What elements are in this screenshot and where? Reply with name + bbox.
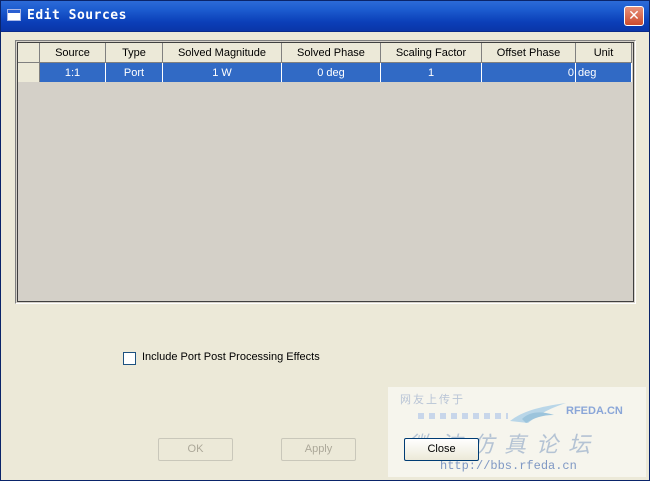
watermark-top-text: 网友上传于: [400, 393, 465, 406]
table-row[interactable]: 1:1 Port 1 W 0 deg 1 0 deg: [18, 62, 632, 82]
bird-logo-icon: [510, 403, 566, 423]
column-header-type[interactable]: Type: [105, 43, 163, 63]
apply-button[interactable]: Apply: [281, 438, 356, 461]
cell-scaling-factor[interactable]: 1: [380, 62, 482, 82]
ok-button[interactable]: OK: [158, 438, 233, 461]
column-header-offset-phase[interactable]: Offset Phase: [481, 43, 576, 63]
watermark: 网友上传于 RFEDA.CN 微波仿真论坛 http://bbs.rfeda.c…: [388, 387, 646, 477]
cell-unit[interactable]: deg: [575, 62, 632, 82]
header-row: Source Type Solved Magnitude Solved Phas…: [18, 43, 632, 63]
close-button[interactable]: Close: [404, 438, 479, 461]
watermark-brand: RFEDA.CN: [566, 405, 623, 417]
cell-solved-phase[interactable]: 0 deg: [281, 62, 381, 82]
window-title: Edit Sources: [27, 8, 127, 23]
watermark-dots: [418, 413, 508, 419]
include-port-post-processing-label[interactable]: Include Port Post Processing Effects: [142, 351, 320, 363]
sources-grid: Source Type Solved Magnitude Solved Phas…: [15, 40, 636, 304]
cell-solved-magnitude[interactable]: 1 W: [162, 62, 282, 82]
window-icon: [7, 9, 21, 21]
sources-table: Source Type Solved Magnitude Solved Phas…: [18, 43, 632, 82]
column-header-unit[interactable]: Unit: [575, 43, 632, 63]
include-port-post-processing-checkbox[interactable]: [123, 352, 136, 365]
watermark-url: http://bbs.rfeda.cn: [440, 459, 577, 473]
column-header-scaling-factor[interactable]: Scaling Factor: [380, 43, 482, 63]
column-header-solved-magnitude[interactable]: Solved Magnitude: [162, 43, 282, 63]
edit-sources-dialog: Edit Sources ✕ Source Type Solved Magnit…: [0, 0, 650, 481]
close-icon: ✕: [628, 8, 640, 24]
row-header-corner: [18, 43, 40, 63]
column-header-solved-phase[interactable]: Solved Phase: [281, 43, 381, 63]
title-bar[interactable]: Edit Sources ✕: [1, 1, 649, 32]
row-header[interactable]: [18, 62, 40, 82]
cell-source[interactable]: 1:1: [39, 62, 106, 82]
close-window-button[interactable]: ✕: [624, 6, 644, 26]
cell-offset-phase[interactable]: 0: [481, 62, 576, 82]
column-header-source[interactable]: Source: [39, 43, 106, 63]
cell-type[interactable]: Port: [105, 62, 163, 82]
sources-grid-area: Source Type Solved Magnitude Solved Phas…: [17, 42, 634, 302]
